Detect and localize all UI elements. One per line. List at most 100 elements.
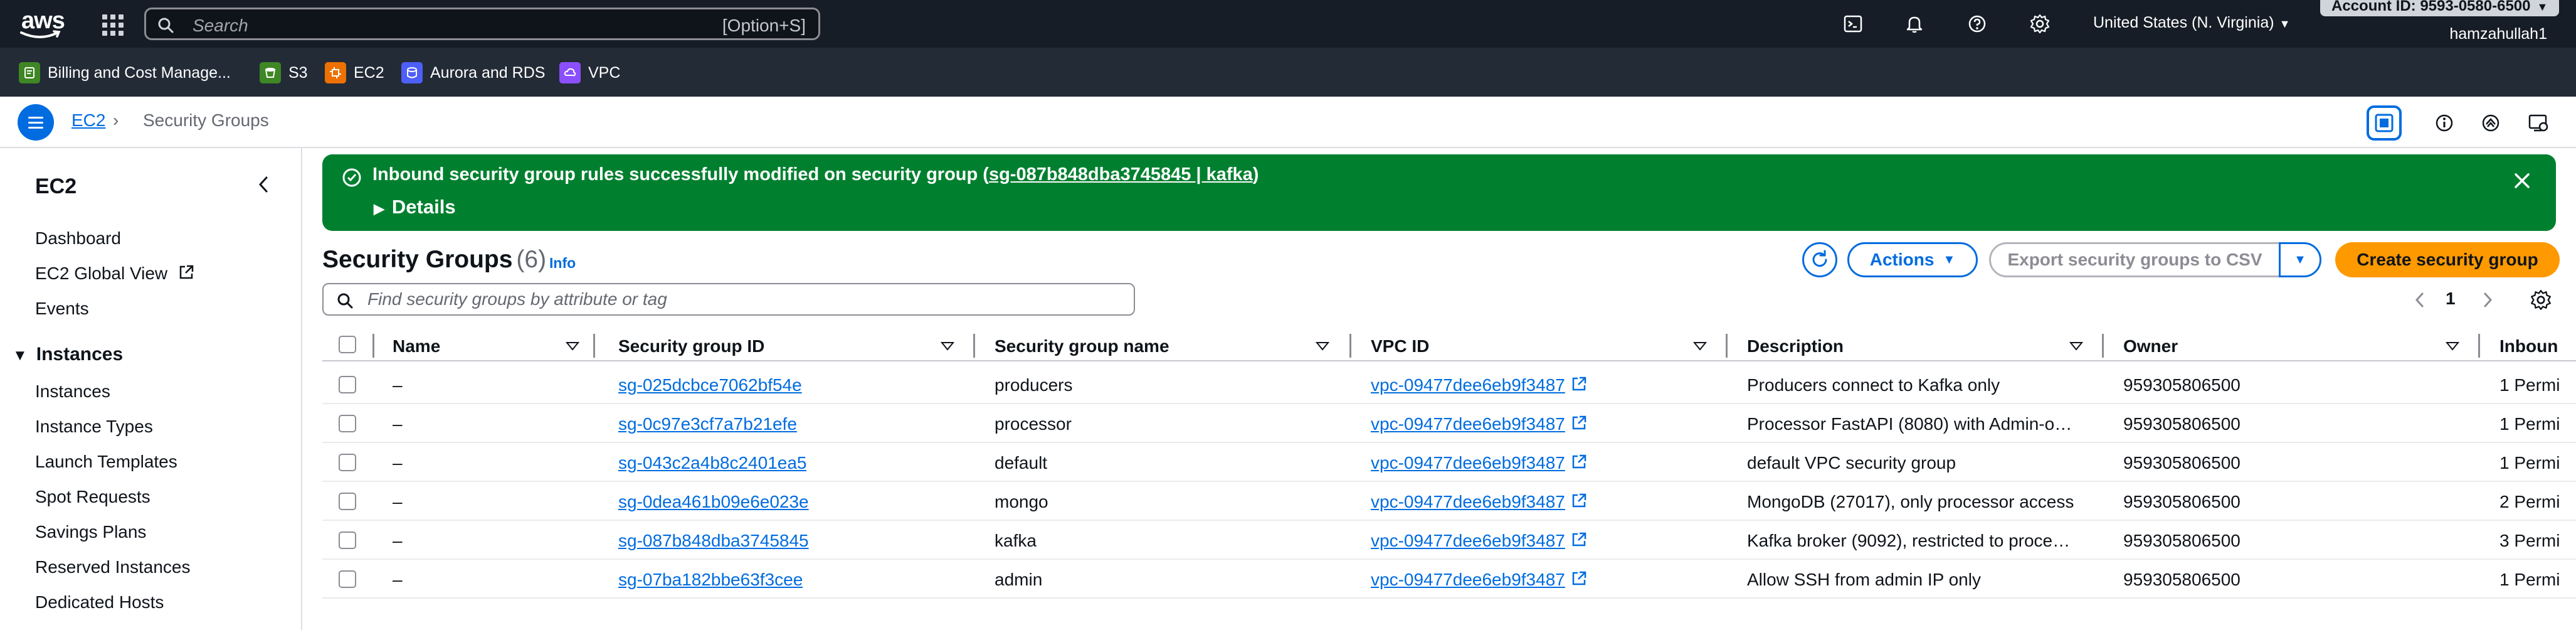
table-row[interactable]: – sg-043c2a4b8c2401ea5 default vpc-09477… bbox=[322, 443, 2576, 482]
cell-vpc-link[interactable]: vpc-09477dee6eb9f3487 bbox=[1371, 570, 1588, 590]
cell-sg-name: admin bbox=[995, 570, 1043, 589]
column-header-inbound[interactable]: Inboun bbox=[2499, 334, 2558, 359]
username[interactable]: hamzahullah1 bbox=[2449, 25, 2547, 43]
column-header-vpc-id[interactable]: VPC ID bbox=[1371, 334, 1429, 359]
export-dropdown-button[interactable]: ▼ bbox=[2279, 242, 2321, 277]
sidebar-item-dedicated-hosts[interactable]: Dedicated Hosts bbox=[35, 592, 164, 612]
page-number[interactable]: 1 bbox=[2446, 289, 2456, 309]
cell-name: – bbox=[393, 531, 403, 550]
cell-vpc-link[interactable]: vpc-09477dee6eb9f3487 bbox=[1371, 453, 1588, 473]
gear-icon[interactable] bbox=[2027, 11, 2052, 36]
aws-logo[interactable]: aws bbox=[18, 6, 68, 41]
table-row[interactable]: – sg-025dcbce7062bf54e producers vpc-094… bbox=[322, 365, 2576, 404]
sidebar-item-dashboard[interactable]: Dashboard bbox=[35, 228, 121, 248]
row-checkbox[interactable] bbox=[339, 376, 356, 393]
cell-inbound: 1 Permi bbox=[2499, 570, 2560, 589]
cell-sg-id-link[interactable]: sg-043c2a4b8c2401ea5 bbox=[618, 453, 806, 473]
global-search[interactable]: Search [Option+S] bbox=[144, 8, 820, 40]
chevron-left-icon[interactable] bbox=[2408, 289, 2431, 311]
column-header-name[interactable]: Name bbox=[393, 334, 440, 359]
column-header-sg-id[interactable]: Security group ID bbox=[618, 334, 764, 359]
favorite-billing[interactable]: Billing and Cost Manage... bbox=[19, 61, 231, 84]
column-header-description[interactable]: Description bbox=[1747, 334, 1844, 359]
sidebar-section-instances[interactable]: ▼ Instances bbox=[13, 344, 123, 365]
sidebar-item-global-view[interactable]: EC2 Global View bbox=[35, 264, 195, 284]
info-link[interactable]: Info bbox=[549, 255, 576, 272]
refresh-button[interactable] bbox=[1802, 242, 1837, 277]
cell-vpc-link[interactable]: vpc-09477dee6eb9f3487 bbox=[1371, 375, 1588, 395]
export-csv-button[interactable]: Export security groups to CSV bbox=[1989, 242, 2279, 277]
table-row[interactable]: – sg-087b848dba3745845 kafka vpc-09477de… bbox=[322, 521, 2576, 560]
create-security-group-button[interactable]: Create security group bbox=[2335, 242, 2560, 277]
sidebar-item-savings-plans[interactable]: Savings Plans bbox=[35, 522, 146, 542]
sort-caret-icon[interactable] bbox=[1316, 341, 1329, 351]
favorite-vpc[interactable]: VPC bbox=[559, 61, 620, 84]
flash-sg-link[interactable]: sg-087b848dba3745845 | kafka bbox=[989, 164, 1253, 184]
row-checkbox[interactable] bbox=[339, 570, 356, 588]
cell-sg-id-link[interactable]: sg-07ba182bbe63f3cee bbox=[618, 570, 803, 590]
refresh-icon bbox=[1812, 250, 1827, 267]
info-icon[interactable] bbox=[2431, 109, 2458, 137]
favorite-ec2[interactable]: EC2 bbox=[325, 61, 384, 84]
cell-sg-id-link[interactable]: sg-0dea461b09e6e023e bbox=[618, 492, 809, 512]
table-row[interactable]: – sg-0c97e3cf7a7b21efe processor vpc-094… bbox=[322, 404, 2576, 443]
services-grid-icon[interactable] bbox=[100, 13, 124, 36]
region-selector[interactable]: United States (N. Virginia) ▼ bbox=[2093, 14, 2290, 32]
chevron-right-icon[interactable] bbox=[2477, 289, 2499, 311]
row-checkbox[interactable] bbox=[339, 493, 356, 510]
external-link-icon bbox=[1572, 376, 1586, 391]
sidebar-item-launch-templates[interactable]: Launch Templates bbox=[35, 452, 177, 472]
flash-details-toggle[interactable]: ▶ Details bbox=[374, 196, 456, 218]
sidebar-item-instance-types[interactable]: Instance Types bbox=[35, 417, 153, 437]
close-icon[interactable] bbox=[2510, 168, 2535, 193]
tutorial-panel-icon[interactable] bbox=[2525, 109, 2552, 137]
sort-caret-icon[interactable] bbox=[941, 341, 954, 351]
cell-sg-id-link[interactable]: sg-0c97e3cf7a7b21efe bbox=[618, 414, 797, 434]
cell-name: – bbox=[393, 375, 403, 395]
sidebar-item-instances[interactable]: Instances bbox=[35, 382, 110, 402]
row-checkbox[interactable] bbox=[339, 531, 356, 549]
rds-icon bbox=[401, 62, 423, 83]
sidebar-item-spot-requests[interactable]: Spot Requests bbox=[35, 487, 150, 507]
table-row[interactable]: – sg-0dea461b09e6e023e mongo vpc-09477de… bbox=[322, 482, 2576, 521]
cell-vpc-link[interactable]: vpc-09477dee6eb9f3487 bbox=[1371, 414, 1588, 434]
filter-input[interactable] bbox=[367, 288, 1120, 311]
item-count: (6) bbox=[516, 246, 547, 273]
sort-caret-icon[interactable] bbox=[1693, 341, 1707, 351]
sort-caret-icon[interactable] bbox=[566, 341, 579, 351]
table-header: Name Security group ID Security group na… bbox=[322, 330, 2576, 361]
sidebar-item-events[interactable]: Events bbox=[35, 299, 89, 319]
feedback-icon[interactable] bbox=[2477, 109, 2505, 137]
cell-sg-id-link[interactable]: sg-025dcbce7062bf54e bbox=[618, 375, 802, 395]
column-header-owner[interactable]: Owner bbox=[2123, 334, 2178, 359]
cell-name: – bbox=[393, 492, 403, 511]
chevron-left-icon[interactable] bbox=[252, 173, 275, 196]
sidebar-item-reserved-instances[interactable]: Reserved Instances bbox=[35, 557, 190, 577]
favorite-label: EC2 bbox=[354, 63, 384, 82]
sort-caret-icon[interactable] bbox=[2069, 341, 2083, 351]
cell-owner: 959305806500 bbox=[2123, 414, 2241, 434]
help-icon[interactable] bbox=[1965, 11, 1990, 36]
favorite-aurora-rds[interactable]: Aurora and RDS bbox=[401, 61, 545, 84]
hamburger-menu-icon[interactable] bbox=[18, 104, 54, 141]
actions-button[interactable]: Actions ▼ bbox=[1847, 242, 1978, 277]
row-checkbox[interactable] bbox=[339, 415, 356, 432]
column-header-sg-name[interactable]: Security group name bbox=[995, 334, 1169, 359]
favorite-s3[interactable]: S3 bbox=[260, 61, 308, 84]
breadcrumb-ec2[interactable]: EC2 bbox=[71, 110, 105, 131]
vpc-id-text: vpc-09477dee6eb9f3487 bbox=[1371, 492, 1565, 511]
cell-vpc-link[interactable]: vpc-09477dee6eb9f3487 bbox=[1371, 492, 1588, 512]
row-checkbox[interactable] bbox=[339, 454, 356, 471]
account-menu[interactable]: Account ID: 9593-0580-6500 ▼ bbox=[2320, 0, 2560, 16]
bell-icon[interactable] bbox=[1902, 11, 1927, 36]
cloudshell-icon[interactable] bbox=[1840, 11, 1866, 36]
table-row[interactable]: – sg-07ba182bbe63f3cee admin vpc-09477de… bbox=[322, 560, 2576, 599]
column-divider bbox=[973, 334, 975, 358]
split-panel-icon[interactable] bbox=[2367, 105, 2402, 141]
sort-caret-icon[interactable] bbox=[2446, 341, 2459, 351]
cell-vpc-link[interactable]: vpc-09477dee6eb9f3487 bbox=[1371, 531, 1588, 551]
cell-owner: 959305806500 bbox=[2123, 453, 2241, 472]
cell-sg-id-link[interactable]: sg-087b848dba3745845 bbox=[618, 531, 809, 551]
gear-icon[interactable] bbox=[2527, 286, 2555, 314]
cell-owner: 959305806500 bbox=[2123, 570, 2241, 589]
